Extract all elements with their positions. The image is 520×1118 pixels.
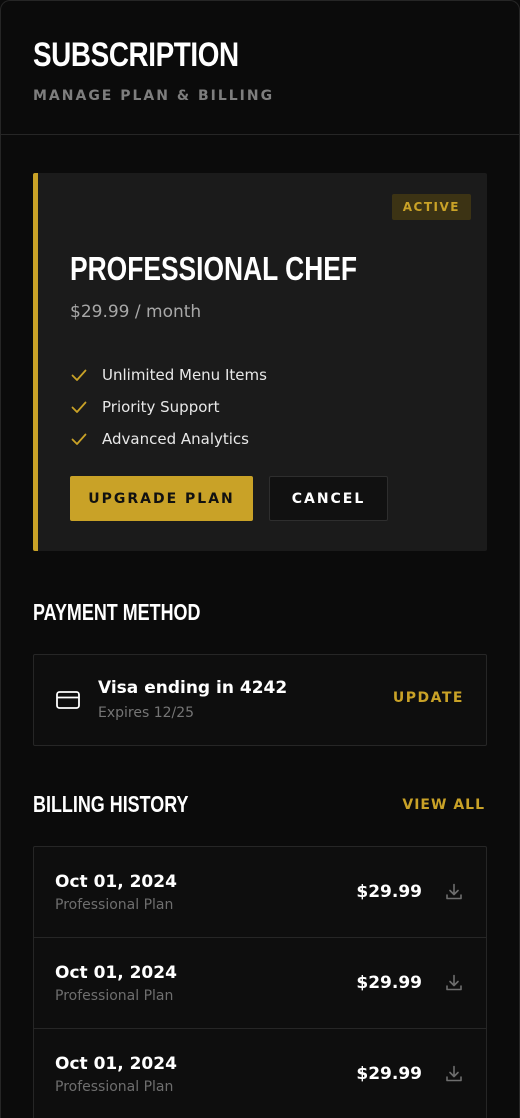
- feature-label: Unlimited Menu Items: [102, 366, 267, 384]
- update-payment-button[interactable]: UPDATE: [393, 690, 464, 706]
- billing-history-list: Oct 01, 2024 Professional Plan $29.99 Oc…: [33, 846, 487, 1118]
- card-name: Visa ending in 4242: [98, 678, 288, 698]
- status-badge: ACTIVE: [391, 194, 471, 220]
- plan-name: PROFESSIONAL CHEF: [70, 250, 358, 287]
- billing-plan: Professional Plan: [55, 897, 174, 913]
- billing-row: Oct 01, 2024 Professional Plan $29.99: [34, 847, 486, 938]
- upgrade-plan-button[interactable]: UPGRADE PLAN: [70, 476, 253, 521]
- page-title: SUBSCRIPTION: [33, 36, 239, 74]
- billing-row: Oct 01, 2024 Professional Plan $29.99: [34, 938, 486, 1029]
- billing-amount: $29.99: [356, 973, 422, 993]
- feature-label: Advanced Analytics: [102, 430, 249, 448]
- credit-card-icon: [56, 691, 80, 709]
- page-subtitle: MANAGE PLAN & BILLING: [33, 88, 275, 104]
- feature-label: Priority Support: [102, 398, 220, 416]
- page-header: SUBSCRIPTION MANAGE PLAN & BILLING: [1, 1, 519, 135]
- check-icon: [71, 369, 87, 381]
- feature-item: Unlimited Menu Items: [70, 359, 267, 391]
- payment-method-title: PAYMENT METHOD: [33, 599, 201, 625]
- feature-item: Priority Support: [70, 391, 267, 423]
- current-plan-card: ACTIVE PROFESSIONAL CHEF $29.99 / month …: [33, 173, 487, 551]
- billing-amount: $29.99: [356, 1064, 422, 1084]
- check-icon: [71, 433, 87, 445]
- billing-date: Oct 01, 2024: [55, 1054, 177, 1074]
- cancel-button[interactable]: CANCEL: [269, 476, 388, 521]
- billing-date: Oct 01, 2024: [55, 872, 177, 892]
- billing-history-title: BILLING HISTORY: [33, 791, 189, 817]
- check-icon: [71, 401, 87, 413]
- feature-list: Unlimited Menu Items Priority Support Ad…: [70, 359, 267, 455]
- billing-plan: Professional Plan: [55, 1079, 174, 1095]
- download-icon[interactable]: [444, 882, 464, 902]
- download-icon[interactable]: [444, 973, 464, 993]
- billing-date: Oct 01, 2024: [55, 963, 177, 983]
- download-icon[interactable]: [444, 1064, 464, 1084]
- card-expiry: Expires 12/25: [98, 705, 195, 721]
- billing-plan: Professional Plan: [55, 988, 174, 1004]
- plan-actions: UPGRADE PLAN CANCEL: [70, 476, 388, 521]
- billing-amount: $29.99: [356, 882, 422, 902]
- feature-item: Advanced Analytics: [70, 423, 267, 455]
- subscription-screen: SUBSCRIPTION MANAGE PLAN & BILLING ACTIV…: [0, 0, 520, 1118]
- billing-row: Oct 01, 2024 Professional Plan $29.99: [34, 1029, 486, 1118]
- plan-price: $29.99 / month: [70, 302, 202, 322]
- view-all-link[interactable]: VIEW ALL: [402, 797, 485, 813]
- payment-method-card: Visa ending in 4242 Expires 12/25 UPDATE: [33, 654, 487, 746]
